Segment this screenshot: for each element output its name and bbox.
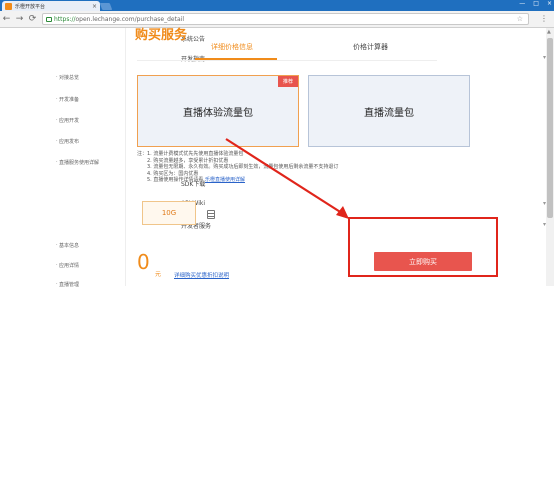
scroll-up-icon[interactable]: ▲ (547, 29, 551, 35)
buy-now-button[interactable]: 立即购买 (374, 252, 472, 271)
scrollbar[interactable]: ▲ (546, 28, 554, 286)
scroll-thumb[interactable] (547, 38, 553, 218)
